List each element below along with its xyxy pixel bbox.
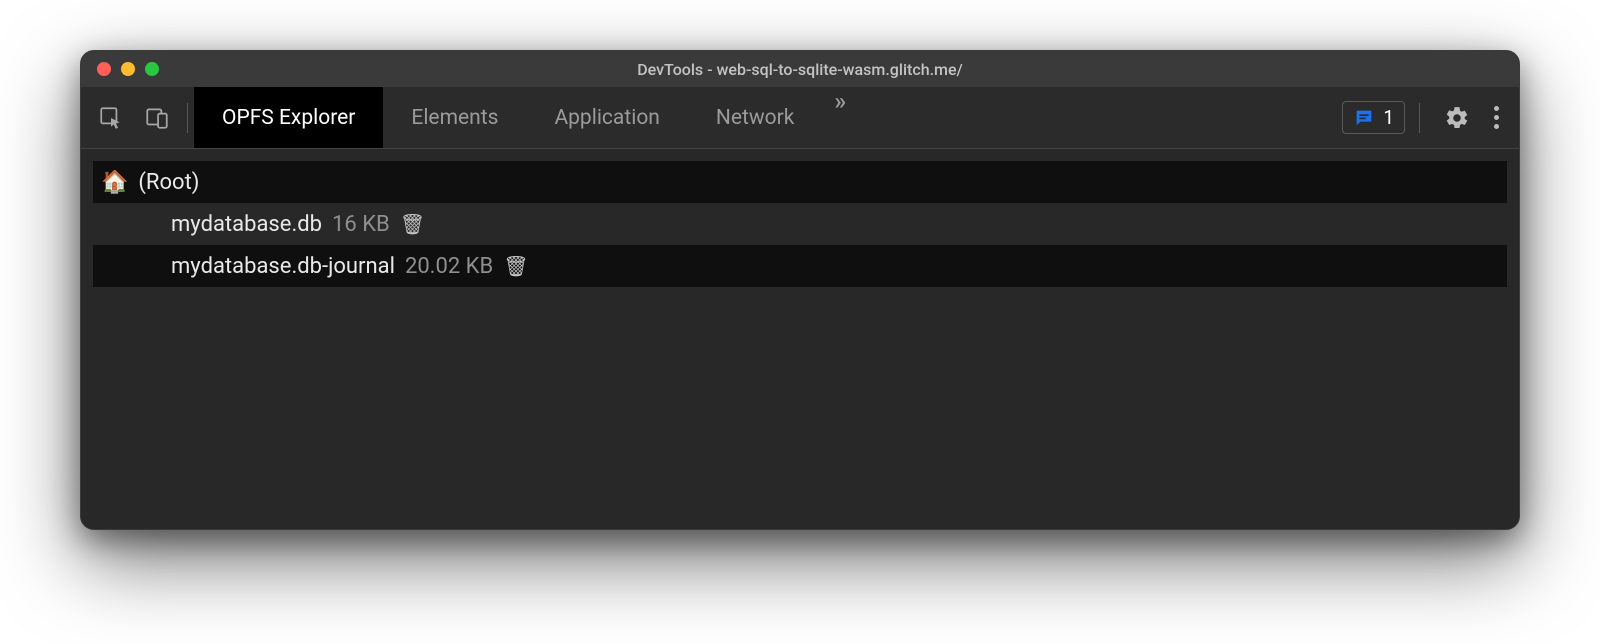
chevron-right-icon: » <box>834 87 846 115</box>
window-title: DevTools - web-sql-to-sqlite-wasm.glitch… <box>81 60 1519 79</box>
gear-icon <box>1444 105 1470 131</box>
issues-icon <box>1353 107 1375 129</box>
more-options-button[interactable] <box>1484 106 1509 129</box>
root-label: (Root) <box>138 170 199 195</box>
titlebar: DevTools - web-sql-to-sqlite-wasm.glitch… <box>81 51 1519 87</box>
file-size: 16 KB <box>332 212 390 237</box>
tab-application[interactable]: Application <box>526 87 687 148</box>
device-toolbar-icon[interactable] <box>137 98 177 138</box>
tab-elements[interactable]: Elements <box>383 87 526 148</box>
more-tabs-icon[interactable]: » <box>822 87 858 148</box>
home-icon: 🏠 <box>101 170 128 195</box>
minimize-window-button[interactable] <box>121 62 135 76</box>
file-name: mydatabase.db-journal <box>171 254 395 279</box>
tree-root-row[interactable]: 🏠 (Root) <box>93 161 1507 203</box>
tab-opfs-explorer[interactable]: OPFS Explorer <box>194 87 383 148</box>
inspect-element-icon[interactable] <box>91 98 131 138</box>
kebab-icon <box>1494 106 1499 129</box>
tab-label: Application <box>554 106 659 130</box>
file-name: mydatabase.db <box>171 212 322 237</box>
tab-network[interactable]: Network <box>688 87 823 148</box>
toolbar: OPFS Explorer Elements Application Netwo… <box>81 87 1519 149</box>
issues-count: 1 <box>1383 106 1394 129</box>
tab-label: OPFS Explorer <box>222 106 355 130</box>
tab-label: Network <box>716 106 795 130</box>
toolbar-divider <box>1419 103 1420 133</box>
devtools-window: DevTools - web-sql-to-sqlite-wasm.glitch… <box>80 50 1520 530</box>
file-row[interactable]: mydatabase.db-journal 20.02 KB 🗑 <box>93 245 1507 287</box>
issues-button[interactable]: 1 <box>1342 101 1405 134</box>
traffic-lights <box>97 62 159 76</box>
toolbar-left <box>91 98 194 138</box>
toolbar-right: 1 <box>1342 101 1509 134</box>
tab-strip: OPFS Explorer Elements Application Netwo… <box>194 87 858 148</box>
delete-file-icon[interactable]: 🗑 <box>503 254 528 278</box>
maximize-window-button[interactable] <box>145 62 159 76</box>
file-size: 20.02 KB <box>405 254 493 279</box>
opfs-explorer-panel: 🏠 (Root) mydatabase.db 16 KB 🗑 mydatabas… <box>81 149 1519 529</box>
delete-file-icon[interactable]: 🗑 <box>400 212 425 236</box>
toolbar-divider <box>187 103 188 133</box>
close-window-button[interactable] <box>97 62 111 76</box>
tab-label: Elements <box>411 106 498 130</box>
file-row[interactable]: mydatabase.db 16 KB 🗑 <box>93 203 1507 245</box>
settings-button[interactable] <box>1434 105 1480 131</box>
